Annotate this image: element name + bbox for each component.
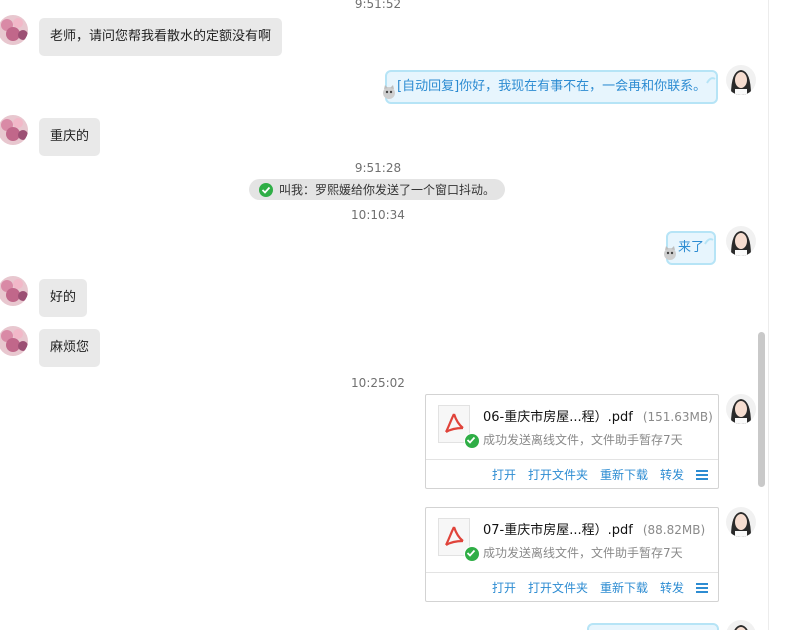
menu-icon[interactable] bbox=[696, 469, 708, 480]
incoming-message: 好的 bbox=[39, 279, 88, 317]
my-avatar[interactable] bbox=[726, 620, 756, 630]
file-actions: 打开 打开文件夹 重新下载 转发 bbox=[426, 572, 718, 602]
open-folder-button[interactable]: 打开文件夹 bbox=[528, 579, 588, 596]
incoming-message: 麻烦您 bbox=[39, 329, 101, 367]
file-name: 06-重庆市房屋...程）.pdf (151.63MB) bbox=[483, 406, 713, 425]
file-name-text: 06-重庆市房屋...程）.pdf bbox=[483, 410, 633, 425]
my-avatar[interactable] bbox=[726, 507, 756, 537]
check-circle-icon bbox=[464, 546, 480, 562]
cat-sticker-icon bbox=[381, 82, 397, 112]
redownload-button[interactable]: 重新下载 bbox=[600, 579, 648, 596]
redownload-button[interactable]: 重新下载 bbox=[600, 466, 648, 483]
file-size: (151.63MB) bbox=[642, 410, 713, 424]
contact-avatar[interactable] bbox=[0, 115, 28, 145]
chat-history[interactable]: 9:51:52 老师，请问您帮我看散水的定额没有啊 [自动回复]你好，我现在有事… bbox=[0, 0, 768, 630]
forward-button[interactable]: 转发 bbox=[660, 579, 684, 596]
notice-text: 叫我：罗熙媛给你发送了一个窗口抖动。 bbox=[279, 183, 496, 197]
incoming-message: 老师，请问您帮我看散水的定额没有啊 bbox=[39, 18, 283, 56]
timestamp: 10:10:34 bbox=[351, 208, 405, 222]
file-message-card[interactable]: 07-重庆市房屋...程）.pdf (88.82MB) 成功发送离线文件，文件助手… bbox=[425, 507, 719, 602]
contact-avatar[interactable] bbox=[0, 15, 28, 45]
scrollbar-thumb[interactable] bbox=[758, 332, 765, 487]
timestamp: 10:25:02 bbox=[351, 376, 405, 390]
menu-icon[interactable] bbox=[696, 582, 708, 593]
open-button[interactable]: 打开 bbox=[492, 466, 516, 483]
forward-button[interactable]: 转发 bbox=[660, 466, 684, 483]
cat-sticker-icon bbox=[662, 243, 678, 273]
contact-avatar[interactable] bbox=[0, 326, 28, 356]
open-folder-button[interactable]: 打开文件夹 bbox=[528, 466, 588, 483]
system-notice: 叫我：罗熙媛给你发送了一个窗口抖动。 bbox=[249, 179, 505, 200]
file-name: 07-重庆市房屋...程）.pdf (88.82MB) bbox=[483, 519, 705, 538]
outgoing-message: [自动回复]你好，我现在有事不在，一会再和你联系。 bbox=[383, 70, 719, 104]
file-status: 成功发送离线文件，文件助手暂存7天 bbox=[483, 433, 683, 447]
my-avatar[interactable] bbox=[726, 226, 756, 256]
bubble-curl-icon bbox=[704, 227, 714, 257]
my-avatar[interactable] bbox=[726, 394, 756, 424]
check-circle-icon bbox=[464, 433, 480, 449]
outgoing-message-partial bbox=[587, 623, 719, 630]
file-actions: 打开 打开文件夹 重新下载 转发 bbox=[426, 459, 718, 489]
incoming-message: 重庆的 bbox=[39, 118, 101, 156]
file-message-card[interactable]: 06-重庆市房屋...程）.pdf (151.63MB) 成功发送离线文件，文件助… bbox=[425, 394, 719, 489]
bubble-curl-icon bbox=[706, 66, 716, 96]
outgoing-message: 来了 bbox=[664, 231, 717, 265]
auto-reply-text: [自动回复]你好，我现在有事不在，一会再和你联系。 bbox=[397, 79, 707, 94]
reply-text: 来了 bbox=[678, 240, 705, 255]
timestamp: 9:51:52 bbox=[354, 0, 402, 11]
file-status: 成功发送离线文件，文件助手暂存7天 bbox=[483, 546, 683, 560]
file-name-text: 07-重庆市房屋...程）.pdf bbox=[483, 523, 633, 538]
file-size: (88.82MB) bbox=[642, 523, 706, 537]
timestamp: 9:51:28 bbox=[354, 161, 402, 175]
check-circle-icon bbox=[259, 182, 273, 197]
my-avatar[interactable] bbox=[726, 65, 756, 95]
open-button[interactable]: 打开 bbox=[492, 579, 516, 596]
contact-avatar[interactable] bbox=[0, 276, 28, 306]
scrollbar-track[interactable] bbox=[768, 0, 785, 630]
